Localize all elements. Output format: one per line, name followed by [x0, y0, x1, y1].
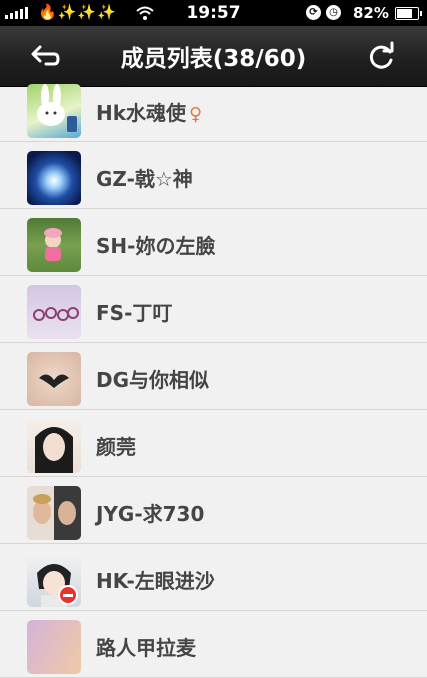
avatar [27, 285, 81, 339]
avatar [27, 352, 81, 406]
member-name: HK-左眼进沙 [96, 569, 215, 593]
battery-icon [395, 7, 422, 20]
member-name: 路人甲拉麦 [96, 636, 196, 660]
member-row[interactable]: 路人甲拉麦 [0, 611, 427, 678]
member-name: FS-丁叮 [96, 301, 173, 325]
avatar [27, 419, 81, 473]
member-name: JYG-求730 [96, 502, 205, 526]
member-row[interactable]: FS-丁叮 [0, 276, 427, 343]
refresh-icon[interactable] [362, 40, 402, 72]
member-row[interactable]: 颜莞 [0, 410, 427, 477]
member-row[interactable]: HK-左眼进沙 [0, 544, 427, 611]
battery-percentage: 82% [353, 4, 389, 22]
navigation-bar: 成员列表(38/60) [0, 26, 427, 87]
page-title: 成员列表(38/60) [120, 46, 307, 72]
avatar [27, 620, 81, 674]
back-arrow-icon[interactable] [24, 40, 64, 72]
member-name: 颜莞 [96, 435, 136, 459]
member-name: SH-妳の左臉 [96, 234, 216, 258]
member-name: GZ-戟☆神 [96, 167, 193, 191]
avatar [27, 218, 81, 272]
member-row[interactable]: Hk水魂使 ♀ [0, 84, 427, 142]
member-row[interactable]: SH-妳の左臉 [0, 209, 427, 276]
member-list: Hk水魂使 ♀ GZ-戟☆神 SH-妳の左臉 FS-丁叮 DG与你相似 颜莞 JY… [0, 84, 427, 678]
avatar [27, 84, 81, 138]
blocked-badge-icon [58, 585, 78, 605]
member-name: DG与你相似 [96, 368, 210, 392]
status-bar: 🔥✨✨✨ 19:57 ⟳ ◷ 82% [0, 0, 427, 26]
member-name: Hk水魂使 ♀ [96, 101, 203, 125]
rotation-lock-icon: ⟳ [306, 5, 321, 20]
member-row[interactable]: DG与你相似 [0, 343, 427, 410]
alarm-icon: ◷ [326, 5, 341, 20]
member-row[interactable]: JYG-求730 [0, 477, 427, 544]
avatar [27, 486, 81, 540]
female-icon: ♀ [189, 104, 203, 125]
avatar [27, 151, 81, 205]
member-row[interactable]: GZ-戟☆神 [0, 142, 427, 209]
